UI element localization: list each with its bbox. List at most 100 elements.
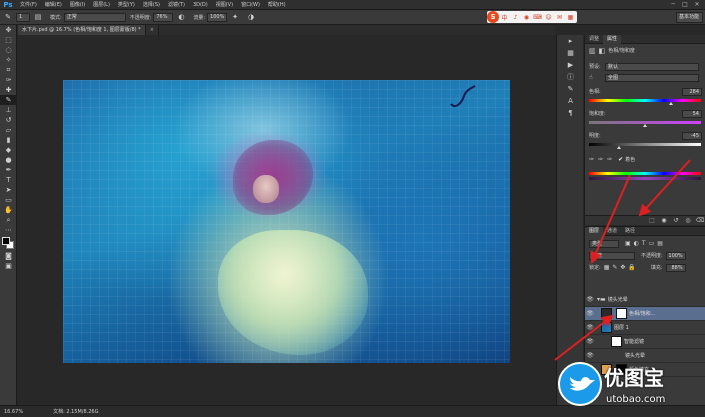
quick-mask-icon[interactable]: ◙ (0, 251, 17, 261)
view-previous-icon[interactable]: ◉ (658, 216, 670, 226)
preset-select[interactable]: 默认 (605, 62, 699, 71)
ime-mail-icon[interactable]: ✉ (554, 14, 565, 21)
visibility-eye-icon[interactable]: 👁 (585, 335, 595, 349)
stamp-tool-icon[interactable]: ⊥ (0, 105, 17, 115)
visibility-eye-icon[interactable]: 👁 (585, 307, 595, 321)
eyedropper-icon[interactable]: ✑ (589, 156, 594, 163)
hue-slider-thumb[interactable] (669, 102, 673, 105)
menu-filter[interactable]: 滤镜(T) (164, 0, 189, 10)
layer-filter-icons[interactable]: ▣◐T▭▤ (625, 240, 666, 247)
hue-slider-track[interactable] (589, 99, 701, 102)
visibility-eye-icon[interactable]: 👁 (585, 321, 595, 335)
visibility-eye-icon[interactable]: 👁 (585, 293, 595, 307)
paragraph-panel-icon[interactable]: ¶ (557, 107, 584, 119)
clip-to-layer-icon[interactable]: ⬚ (646, 216, 658, 226)
minimize-button[interactable]: ─ (667, 0, 679, 10)
menu-window[interactable]: 窗口(W) (237, 0, 264, 10)
brush-tool-icon[interactable]: ✎ (2, 12, 14, 23)
tab-layers[interactable]: 图层 (585, 226, 604, 236)
actions-panel-icon[interactable]: ▶ (557, 59, 584, 71)
menu-view[interactable]: 视图(V) (212, 0, 237, 10)
brush-size-picker[interactable]: 1 (16, 12, 30, 22)
tab-channels[interactable]: 通道 (603, 227, 621, 236)
maximize-button[interactable]: □ (679, 0, 691, 10)
history-brush-tool-icon[interactable]: ↺ (0, 115, 17, 125)
target-adjust-icon[interactable]: ☝ (589, 74, 605, 81)
history-panel-icon[interactable]: ▦ (557, 47, 584, 59)
blend-mode-select[interactable]: 正常 (589, 251, 635, 260)
ime-voice-icon[interactable]: ♪ (510, 14, 521, 21)
delete-adjustment-icon[interactable]: ⌫ (694, 216, 705, 226)
eyedropper-plus-icon[interactable]: ✑ (598, 156, 603, 163)
colorize-checkbox[interactable]: ✔ (618, 156, 623, 163)
layer-1[interactable]: 👁 图层 1 (585, 321, 705, 335)
collapse-panels-icon[interactable]: ▸ (557, 35, 584, 47)
airbrush-icon[interactable]: ✦ (229, 12, 241, 23)
dodge-tool-icon[interactable]: ● (0, 155, 17, 165)
menu-3d[interactable]: 3D(D) (189, 0, 212, 10)
pressure-opacity-icon[interactable]: ◐ (175, 12, 187, 23)
mode-select[interactable]: 正常 (63, 12, 126, 22)
ime-punct-icon[interactable]: ◉ (521, 14, 532, 21)
path-select-tool-icon[interactable]: ➤ (0, 185, 17, 195)
lightness-input[interactable]: -45 (682, 131, 702, 140)
menu-edit[interactable]: 编辑(E) (41, 0, 66, 10)
gradient-tool-icon[interactable]: ▮ (0, 135, 17, 145)
eyedropper-minus-icon[interactable]: ✑ (607, 156, 612, 163)
eraser-tool-icon[interactable]: ▱ (0, 125, 17, 135)
menu-file[interactable]: 文件(F) (16, 0, 41, 10)
menu-type[interactable]: 类型(Y) (114, 0, 139, 10)
hand-tool-icon[interactable]: ✋ (0, 205, 17, 215)
menu-select[interactable]: 选择(S) (139, 0, 164, 10)
saturation-slider-thumb[interactable] (643, 124, 647, 127)
marquee-tool-icon[interactable]: ⬚ (0, 35, 17, 45)
brush-presets-icon[interactable]: ✎ (557, 83, 584, 95)
reset-icon[interactable]: ↺ (670, 216, 682, 226)
move-tool-icon[interactable]: ✥ (0, 25, 17, 35)
menu-image[interactable]: 图像(I) (66, 0, 89, 10)
ime-emoji-icon[interactable]: ☺ (543, 14, 554, 21)
saturation-input[interactable]: 54 (682, 109, 702, 118)
visibility-icon[interactable]: ◎ (682, 216, 694, 226)
canvas-area[interactable] (18, 35, 555, 405)
lock-icons[interactable]: ▦✎✥🔒 (604, 264, 639, 271)
layer-kind-select[interactable]: 类型 (589, 239, 619, 248)
lasso-tool-icon[interactable]: ◌ (0, 45, 17, 55)
type-tool-icon[interactable]: T (0, 175, 17, 185)
zoom-tool-icon[interactable]: ⌕ (0, 215, 17, 225)
pen-tool-icon[interactable]: ✒ (0, 165, 17, 175)
menu-help[interactable]: 帮助(H) (264, 0, 290, 10)
foreground-color-swatch[interactable] (2, 237, 10, 245)
workspace-select[interactable]: 基本功能 (676, 12, 703, 23)
quick-select-tool-icon[interactable]: ✧ (0, 55, 17, 65)
tab-paths[interactable]: 路径 (621, 227, 639, 236)
opacity-input[interactable]: 76% (153, 12, 174, 22)
hue-input[interactable]: 284 (682, 87, 702, 96)
flow-input[interactable]: 100% (207, 12, 228, 22)
screen-mode-icon[interactable]: ▣ (0, 261, 17, 271)
tab-properties[interactable]: 属性 (603, 34, 622, 44)
tab-adjust[interactable]: 调整 (585, 35, 603, 44)
close-button[interactable]: ✕ (691, 0, 703, 10)
fill-input[interactable]: 88% (665, 263, 686, 272)
lightness-slider-thumb[interactable] (617, 146, 621, 149)
zoom-level[interactable]: 16.67% (4, 409, 23, 415)
color-swatches[interactable] (0, 235, 17, 251)
ime-chinese-toggle[interactable]: 中 (499, 13, 510, 22)
smart-filters-row[interactable]: 👁 智能滤镜 (585, 335, 705, 349)
underwater-photo[interactable] (63, 80, 510, 363)
shape-tool-icon[interactable]: ▭ (0, 195, 17, 205)
ime-grid-icon[interactable]: ▦ (565, 14, 576, 21)
brush-panel-icon[interactable]: ▤ (32, 12, 44, 23)
layer-group-lens-flare[interactable]: 👁 ▾▬ 镜头光晕 (585, 293, 705, 307)
brush-tool-icon-active[interactable]: ✎ (0, 95, 17, 105)
ime-keyboard-icon[interactable]: ⌨ (532, 14, 543, 21)
document-tab-active[interactable]: 水下片.psd @ 16.7% (色相/饱和度 1, 图层蒙版/8) * (18, 25, 146, 35)
character-panel-icon[interactable]: A (557, 95, 584, 107)
crop-tool-icon[interactable]: ⌗ (0, 65, 17, 75)
layer-opacity-input[interactable]: 100% (665, 251, 686, 260)
channel-select[interactable]: 全图 (605, 73, 699, 82)
layer-hue-saturation[interactable]: 👁 色相/饱和... (585, 307, 705, 321)
menu-layer[interactable]: 图层(L) (89, 0, 114, 10)
more-tools-icon[interactable]: ⋯ (0, 225, 17, 235)
